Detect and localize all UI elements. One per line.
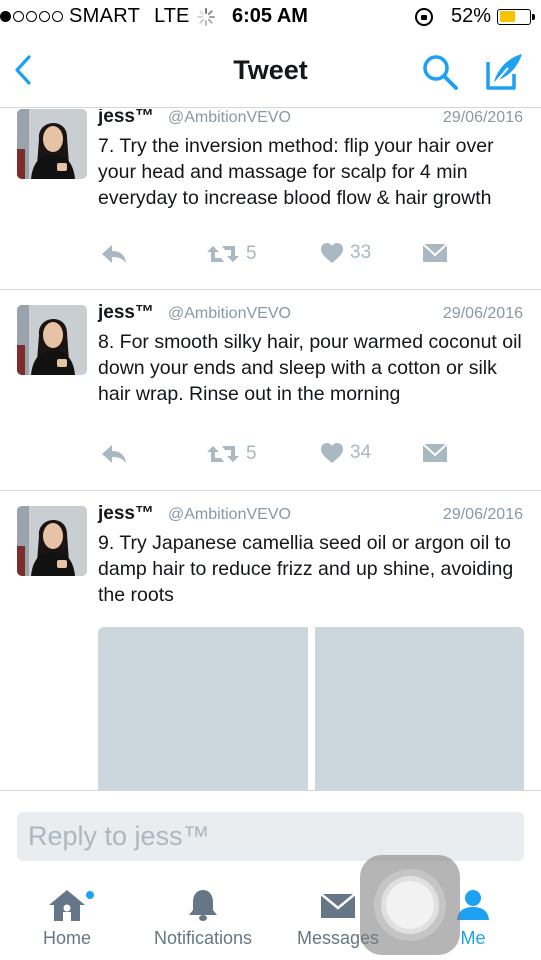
direct-message-button[interactable] [422,442,448,464]
retweet-count: 5 [246,243,257,264]
avatar[interactable] [17,109,87,179]
notification-dot [85,890,95,900]
compose-tweet-icon [486,54,522,90]
tweet-header: jess™ @AmbitionVEVO 29/06/2016 [98,302,523,326]
signal-strength-icon [0,11,63,22]
like-count: 34 [350,442,372,463]
heart-icon [321,443,343,463]
rotation-lock-icon [414,7,433,26]
reply-input[interactable]: Reply to jess™ [17,812,524,861]
author-handle[interactable]: @AmbitionVEVO [168,109,291,127]
avatar[interactable] [17,305,87,375]
like-button[interactable]: 33 [320,242,371,264]
author-name[interactable]: jess™ [98,503,154,525]
author-handle[interactable]: @AmbitionVEVO [168,305,291,323]
retweet-button[interactable]: 5 [206,242,257,266]
tweet-item[interactable]: jess™ @AmbitionVEVO 29/06/2016 9. Try Ja… [0,491,541,790]
tweet-media-grid [98,627,524,790]
retweet-button[interactable]: 5 [206,442,257,466]
nav-bar: Tweet [0,34,541,108]
tab-notifications[interactable]: Notifications [141,888,265,949]
bell-icon [189,890,217,921]
tweet-actions: 5 33 [98,242,498,270]
carrier-name: SMART [69,5,141,27]
tweet-actions: 5 34 [98,442,498,470]
envelope-icon [422,443,448,462]
retweet-icon [207,246,239,262]
home-icon [49,890,85,921]
tweet-text: 7. Try the inversion method: flip your h… [98,135,494,209]
profile-icon [457,890,489,920]
tab-label-me: Me [460,928,486,948]
assistive-touch-button[interactable] [360,855,460,955]
retweet-count: 5 [246,443,257,464]
like-count: 33 [350,242,372,263]
tab-label-home: Home [42,928,91,948]
reply-button[interactable] [100,242,128,266]
status-bar-right: 52% [414,5,535,28]
status-time: 6:05 AM [232,5,308,27]
media-image[interactable] [314,627,524,790]
reply-bar: Reply to jess™ [0,790,541,872]
reply-icon [102,445,126,463]
tweet-text: 8. For smooth silky hair, pour warmed co… [98,331,522,405]
tweet-text: 9. Try Japanese camellia seed oil or arg… [98,532,514,606]
tweet-date: 29/06/2016 [442,109,523,126]
activity-spinner-icon [197,7,216,26]
status-bar: SMART LTE 6:05 AM 52% [0,0,541,34]
network-type: LTE [154,5,190,27]
tweet-item[interactable]: jess™ @AmbitionVEVO 29/06/2016 8. For sm… [0,290,541,491]
author-name[interactable]: jess™ [98,302,154,324]
status-bar-left: SMART LTE [0,5,216,28]
heart-icon [321,243,343,263]
search-button[interactable] [420,52,460,92]
retweet-icon [207,446,239,462]
reply-icon [102,245,126,263]
reply-button[interactable] [100,442,128,466]
battery-percent: 52% [450,5,491,27]
battery-icon [497,8,535,25]
battery-fill [499,11,515,22]
tab-home[interactable]: Home [28,888,106,949]
media-image[interactable] [98,627,308,790]
like-button[interactable]: 34 [320,442,371,464]
tweet-date: 29/06/2016 [442,305,523,322]
avatar[interactable] [17,506,87,576]
envelope-icon [422,243,448,262]
direct-message-button[interactable] [422,242,448,264]
compose-button[interactable] [484,50,526,92]
search-icon [423,55,458,90]
author-handle[interactable]: @AmbitionVEVO [168,506,291,524]
tweet-header: jess™ @AmbitionVEVO 29/06/2016 [98,503,523,527]
tweet-item[interactable]: jess™ @AmbitionVEVO 29/06/2016 7. Try th… [0,109,541,290]
tab-label-notifications: Notifications [153,928,253,948]
tweet-date: 29/06/2016 [442,506,523,523]
tweet-feed[interactable]: jess™ @AmbitionVEVO 29/06/2016 7. Try th… [0,109,541,790]
envelope-icon [320,893,356,918]
tweet-header: jess™ @AmbitionVEVO 29/06/2016 [98,109,523,130]
author-name[interactable]: jess™ [98,109,154,128]
